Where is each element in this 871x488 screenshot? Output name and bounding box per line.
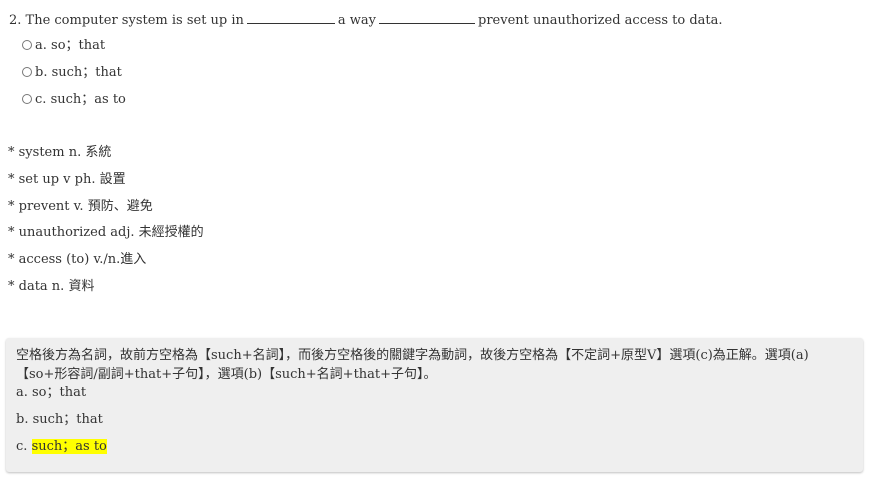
explanation-option-c: c. such；as to [16,438,107,456]
correct-answer-highlight: such；as to [31,439,107,454]
option-b[interactable]: b. such；that [22,64,122,82]
radio-button-icon[interactable] [22,66,32,77]
vocab-item: * access (to) v./n.進入 [8,252,147,267]
option-letter: c. [35,92,47,107]
vocab-item: * set up v ph. 設置 [8,172,126,187]
option-label: such；as to [50,92,126,107]
radio-button-icon[interactable] [22,93,32,104]
blank-1 [246,11,335,24]
vocab-item: * prevent v. 預防、避免 [8,199,153,214]
explanation-option-b: b. such；that [16,412,103,427]
option-a[interactable]: a. so；that [22,37,105,55]
option-label: such；that [51,65,122,80]
vocab-item: * system n. 系統 [8,145,112,160]
explanation-panel: 空格後方為名詞，故前方空格為【such+名詞】，而後方空格後的關鍵字為動詞，故後… [6,338,863,472]
option-label: so；that [51,38,106,53]
explanation-option-a: a. so；that [16,385,87,400]
option-letter: a. [35,38,47,53]
explanation-option-c-letter: c. [16,439,28,454]
question-text: 2. The computer system is set up in a way… [9,11,723,29]
question-part-1: 2. The computer system is set up in [9,13,244,28]
option-letter: b. [35,65,48,80]
explanation-text: 空格後方為名詞，故前方空格為【such+名詞】，而後方空格後的關鍵字為動詞，故後… [16,348,809,382]
vocab-item: * data n. 資料 [8,279,95,294]
radio-button-icon[interactable] [22,39,32,50]
option-c[interactable]: c. such；as to [22,91,126,109]
question-part-2: a way [337,13,377,28]
vocab-item: * unauthorized adj. 未經授權的 [8,225,204,240]
question-part-3: prevent unauthorized access to data. [478,13,723,28]
blank-2 [379,11,476,24]
